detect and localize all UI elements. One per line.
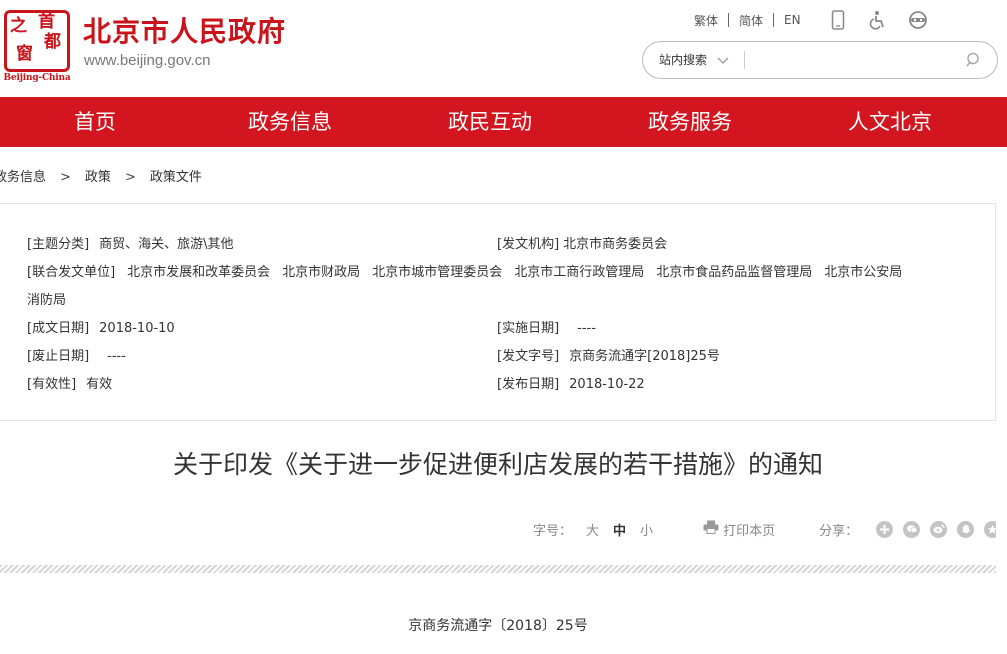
meta-joint-org: 北京市食品药品监督管理局 xyxy=(656,265,813,280)
nav-services[interactable]: 政务服务 xyxy=(590,97,790,147)
breadcrumb-separator: > xyxy=(124,170,136,185)
hatched-divider xyxy=(0,565,996,573)
site-title[interactable]: 北京市人民政府 xyxy=(83,16,286,48)
breadcrumb-policy-docs[interactable]: 政策文件 xyxy=(150,166,202,185)
meta-joint-org-wrapped: 消防局 xyxy=(27,293,67,308)
print-label: 打印本页 xyxy=(723,523,776,539)
mobile-icon[interactable] xyxy=(825,8,851,32)
language-bar: 繁体 简体 EN xyxy=(684,8,931,32)
share-more-icon[interactable] xyxy=(876,520,894,538)
search-scope-label: 站内搜索 xyxy=(659,53,708,67)
font-size-large-button[interactable]: 大 xyxy=(586,520,599,539)
meta-abolish: [废止日期] ---- xyxy=(27,348,126,366)
lang-traditional-link[interactable]: 繁体 xyxy=(684,12,728,29)
elder-mode-icon[interactable] xyxy=(905,8,931,32)
breadcrumb-policy[interactable]: 政策 xyxy=(85,166,111,185)
printer-icon xyxy=(703,520,723,538)
meta-created-value: 2018-10-10 xyxy=(99,321,175,336)
logo-glyph-zhi: 之 xyxy=(10,16,27,36)
breadcrumb: 政务信息 > 政策 > 政策文件 xyxy=(0,166,202,185)
meta-joint-issuers: [联合发文单位] 北京市发展和改革委员会 北京市财政局 北京市城市管理委员会 北京市工商… xyxy=(27,264,902,282)
font-size-label: 字号： xyxy=(533,523,573,539)
main-nav: 首页 政务信息 政民互动 政务服务 人文北京 xyxy=(0,97,1007,147)
meta-joint-org: 北京市发展和改革委员会 xyxy=(127,265,271,280)
nav-government-info[interactable]: 政务信息 xyxy=(190,97,390,147)
nav-culture-beijing[interactable]: 人文北京 xyxy=(790,97,990,147)
meta-validity: [有效性] 有效 xyxy=(27,376,112,394)
meta-joint-org: 北京市城市管理委员会 xyxy=(372,265,503,280)
meta-joint-org: 北京市公安局 xyxy=(824,265,903,280)
meta-publish-key: [发布日期] xyxy=(497,377,560,392)
search-divider xyxy=(744,51,745,69)
nav-home[interactable]: 首页 xyxy=(0,97,190,147)
meta-created: [成文日期] 2018-10-10 xyxy=(27,320,175,338)
breadcrumb-gov-info[interactable]: 政务信息 xyxy=(0,166,46,185)
search-input[interactable] xyxy=(751,48,951,72)
site-search: 站内搜索 xyxy=(642,41,998,79)
site-url: www.beijing.gov.cn xyxy=(84,52,211,69)
meta-publish-value: 2018-10-22 xyxy=(569,377,645,392)
chevron-down-icon xyxy=(717,43,729,79)
document-number: 京商务流通字〔2018〕25号 xyxy=(408,618,588,634)
lang-simplified-link[interactable]: 简体 xyxy=(729,12,773,29)
lang-english-link[interactable]: EN xyxy=(774,13,811,27)
breadcrumb-separator: > xyxy=(60,170,71,185)
meta-issuer-value: 北京市商务委员会 xyxy=(563,237,668,252)
meta-joint-key: [联合发文单位] xyxy=(27,265,116,280)
search-icon[interactable] xyxy=(965,51,983,69)
logo-glyph-shou: 首 xyxy=(38,12,55,32)
meta-joint-wrap: 消防局 xyxy=(27,292,66,310)
nav-interaction[interactable]: 政民互动 xyxy=(390,97,590,147)
document-metadata-panel: [主题分类] 商贸、海关、旅游\其他 [发文机构] 北京市商务委员会 [联合发文单位… xyxy=(0,203,996,421)
meta-publish: [发布日期] 2018-10-22 xyxy=(497,376,645,394)
meta-topic: [主题分类] 商贸、海关、旅游\其他 xyxy=(27,236,234,254)
logo-caption: Beijing-China xyxy=(3,73,71,83)
share-qq-icon[interactable] xyxy=(957,520,975,538)
font-size-small-button[interactable]: 小 xyxy=(640,520,653,539)
meta-validity-value: 有效 xyxy=(86,377,113,392)
site-header: 之 首 都 窗 Beijing-China 北京市人民政府 www.beijin… xyxy=(0,0,1007,97)
meta-topic-key: [主题分类] xyxy=(27,237,90,252)
meta-validity-key: [有效性] xyxy=(27,377,77,392)
meta-issuer: [发文机构] 北京市商务委员会 xyxy=(497,236,667,254)
site-logo-seal[interactable]: 之 首 都 窗 Beijing-China xyxy=(4,10,71,83)
font-size-medium-button[interactable]: 中 xyxy=(613,520,626,539)
document-title: 关于印发《关于进一步促进便利店发展的若干措施》的通知 xyxy=(172,450,823,479)
page-right-edge xyxy=(996,147,1007,654)
meta-created-key: [成文日期] xyxy=(27,321,90,336)
search-scope-dropdown[interactable]: 站内搜索 xyxy=(659,42,729,78)
logo-glyph-chuang: 窗 xyxy=(16,44,33,64)
meta-topic-value: 商贸、海关、旅游\其他 xyxy=(99,237,234,252)
meta-abolish-key: [废止日期] xyxy=(27,349,90,364)
share-wechat-icon[interactable] xyxy=(903,520,921,538)
meta-docno: [发文字号] 京商务流通字[2018]25号 xyxy=(497,348,720,366)
logo-glyph-du: 都 xyxy=(44,32,61,52)
meta-effective-key: [实施日期] xyxy=(497,321,560,336)
meta-docno-value: 京商务流通字[2018]25号 xyxy=(569,349,720,364)
share-weibo-icon[interactable] xyxy=(930,520,948,538)
accessibility-icon[interactable] xyxy=(865,8,891,32)
meta-effective: [实施日期] ---- xyxy=(497,320,596,338)
meta-abolish-value: ---- xyxy=(107,349,126,364)
meta-joint-org: 北京市工商行政管理局 xyxy=(514,265,645,280)
meta-effective-value: ---- xyxy=(577,321,596,336)
article-toolbar: 字号： 大 中 小 打印本页 分享： xyxy=(533,518,1002,540)
meta-issuer-key: [发文机构] xyxy=(497,237,560,252)
print-button[interactable]: 打印本页 xyxy=(703,520,775,539)
meta-joint-org: 北京市财政局 xyxy=(282,265,361,280)
meta-docno-key: [发文字号] xyxy=(497,349,560,364)
share-label: 分享： xyxy=(819,523,859,539)
